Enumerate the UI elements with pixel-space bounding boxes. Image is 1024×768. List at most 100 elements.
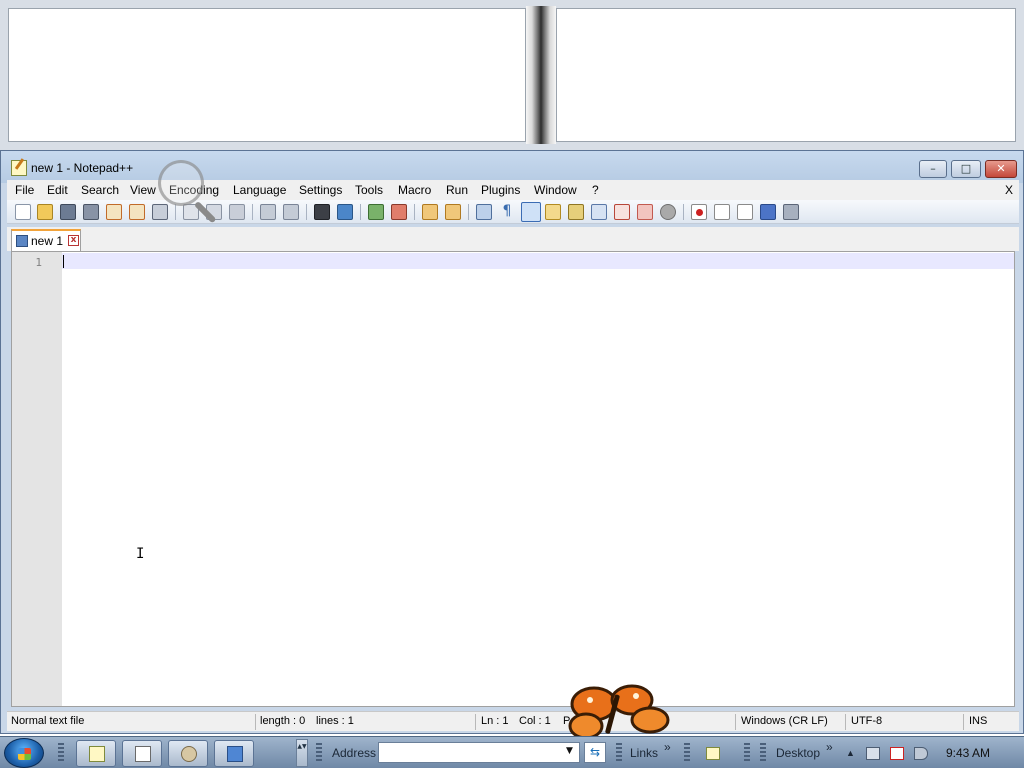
doc-map-icon[interactable] [568, 204, 584, 220]
taskbar-grip[interactable] [316, 743, 322, 763]
close-all-icon[interactable] [129, 204, 145, 220]
taskbar-grip[interactable] [58, 743, 64, 763]
taskbar-notepadpp-button[interactable] [76, 740, 116, 767]
action-center-warning-icon[interactable] [890, 747, 904, 760]
system-clock[interactable]: 9:43 AM [946, 746, 990, 760]
maximize-button[interactable]: □ [951, 160, 981, 178]
taskbar-grip[interactable] [760, 743, 766, 763]
zoom-out-icon[interactable] [391, 204, 407, 220]
open-file-icon[interactable] [37, 204, 53, 220]
document-task-icon [135, 746, 151, 762]
word-wrap-icon[interactable] [476, 204, 492, 220]
status-divider [255, 714, 256, 730]
indent-guide-icon[interactable] [521, 202, 541, 222]
save-all-icon[interactable] [83, 204, 99, 220]
taskbar-grip[interactable] [684, 743, 690, 763]
status-bar: Normal text file length : 0 lines : 1 Ln… [7, 711, 1019, 731]
zoom-in-icon[interactable] [368, 204, 384, 220]
status-divider [963, 714, 964, 730]
menu-help[interactable]: ? [592, 183, 599, 197]
explorer-task-icon [227, 746, 243, 762]
background-window [0, 0, 1024, 150]
undo-icon[interactable] [260, 204, 276, 220]
show-all-chars-icon[interactable]: ¶ [499, 204, 515, 220]
volume-icon[interactable] [914, 747, 928, 760]
status-insert-mode[interactable]: INS [969, 715, 987, 727]
record-macro-icon[interactable] [691, 204, 707, 220]
menu-tools[interactable]: Tools [355, 183, 383, 197]
menu-view[interactable]: View [130, 183, 156, 197]
redo-icon[interactable] [283, 204, 299, 220]
menu-search[interactable]: Search [81, 183, 119, 197]
spell-check-icon[interactable] [660, 204, 676, 220]
pane-splitter[interactable] [526, 6, 556, 144]
status-divider [475, 714, 476, 730]
function-list-icon[interactable] [591, 204, 607, 220]
desktop-chevron-icon[interactable]: » [826, 740, 833, 754]
notepadpp-app-icon[interactable] [11, 160, 27, 176]
taskbar-grip[interactable] [744, 743, 750, 763]
status-eol-format[interactable]: Windows (CR LF) [741, 715, 828, 727]
links-label[interactable]: Links [630, 746, 658, 760]
close-button[interactable]: ✕ [985, 160, 1017, 178]
taskbar-app-button-2[interactable] [122, 740, 162, 767]
minimize-button[interactable]: – [919, 160, 947, 178]
toolbar-separator [175, 204, 176, 220]
toolbar-separator [683, 204, 684, 220]
replace-icon[interactable] [337, 204, 353, 220]
title-bar[interactable]: new 1 - Notepad++ – □ ✕ [1, 151, 1023, 183]
sync-vertical-icon[interactable] [422, 204, 438, 220]
address-input[interactable] [378, 742, 580, 763]
save-icon[interactable] [60, 204, 76, 220]
print-icon[interactable] [152, 204, 168, 220]
stop-macro-icon[interactable] [714, 204, 730, 220]
monitoring-icon[interactable] [637, 204, 653, 220]
sync-horizontal-icon[interactable] [445, 204, 461, 220]
save-macro-icon[interactable] [783, 204, 799, 220]
paste-icon[interactable] [229, 204, 245, 220]
taskbar-scroll-buttons[interactable]: ▲▼ [296, 739, 308, 767]
status-length: length : 0 [260, 715, 306, 727]
status-encoding[interactable]: UTF-8 [851, 715, 882, 727]
address-label: Address [332, 746, 377, 760]
taskbar-app-button-3[interactable] [168, 740, 208, 767]
menu-file[interactable]: File [15, 183, 34, 197]
new-file-icon[interactable] [15, 204, 31, 220]
taskbar-grip[interactable] [616, 743, 622, 763]
toolbar-separator [252, 204, 253, 220]
go-button[interactable]: ⇆ [584, 742, 606, 763]
menu-edit[interactable]: Edit [47, 183, 68, 197]
tab-close-icon[interactable]: x [68, 235, 79, 246]
tab-label: new 1 [31, 234, 64, 248]
butterfly-icon [568, 684, 670, 740]
find-icon[interactable] [314, 204, 330, 220]
chevron-down-icon[interactable]: ▼ [566, 746, 573, 756]
quicklaunch-notepad-icon[interactable] [706, 747, 720, 760]
start-button[interactable] [4, 738, 44, 768]
menu-language[interactable]: Language [233, 183, 286, 197]
tab-new-1[interactable]: new 1 x [11, 229, 81, 251]
play-macro-icon[interactable] [737, 204, 753, 220]
menu-plugins[interactable]: Plugins [481, 183, 520, 197]
status-lines: lines : 1 [316, 715, 354, 727]
text-editor[interactable]: 1 I [11, 251, 1015, 707]
close-icon[interactable] [106, 204, 122, 220]
folder-workspace-icon[interactable] [614, 204, 630, 220]
close-document-button[interactable]: X [1005, 183, 1013, 197]
show-hidden-icons-icon[interactable]: ▲ [846, 748, 855, 758]
magnifier-icon [158, 160, 204, 206]
taskbar-app-button-4[interactable] [214, 740, 254, 767]
network-icon[interactable] [866, 747, 880, 760]
toolbar-separator [306, 204, 307, 220]
links-chevron-icon[interactable]: » [664, 740, 671, 754]
menu-macro[interactable]: Macro [398, 183, 431, 197]
desktop-label[interactable]: Desktop [776, 746, 820, 760]
text-caret [63, 255, 64, 268]
user-defined-lang-icon[interactable] [545, 204, 561, 220]
run-macro-multiple-icon[interactable] [760, 204, 776, 220]
menu-settings[interactable]: Settings [299, 183, 342, 197]
menu-run[interactable]: Run [446, 183, 468, 197]
notepadpp-window: new 1 - Notepad++ – □ ✕ File Edit Search… [0, 150, 1024, 734]
status-file-type: Normal text file [11, 715, 85, 727]
menu-window[interactable]: Window [534, 183, 577, 197]
